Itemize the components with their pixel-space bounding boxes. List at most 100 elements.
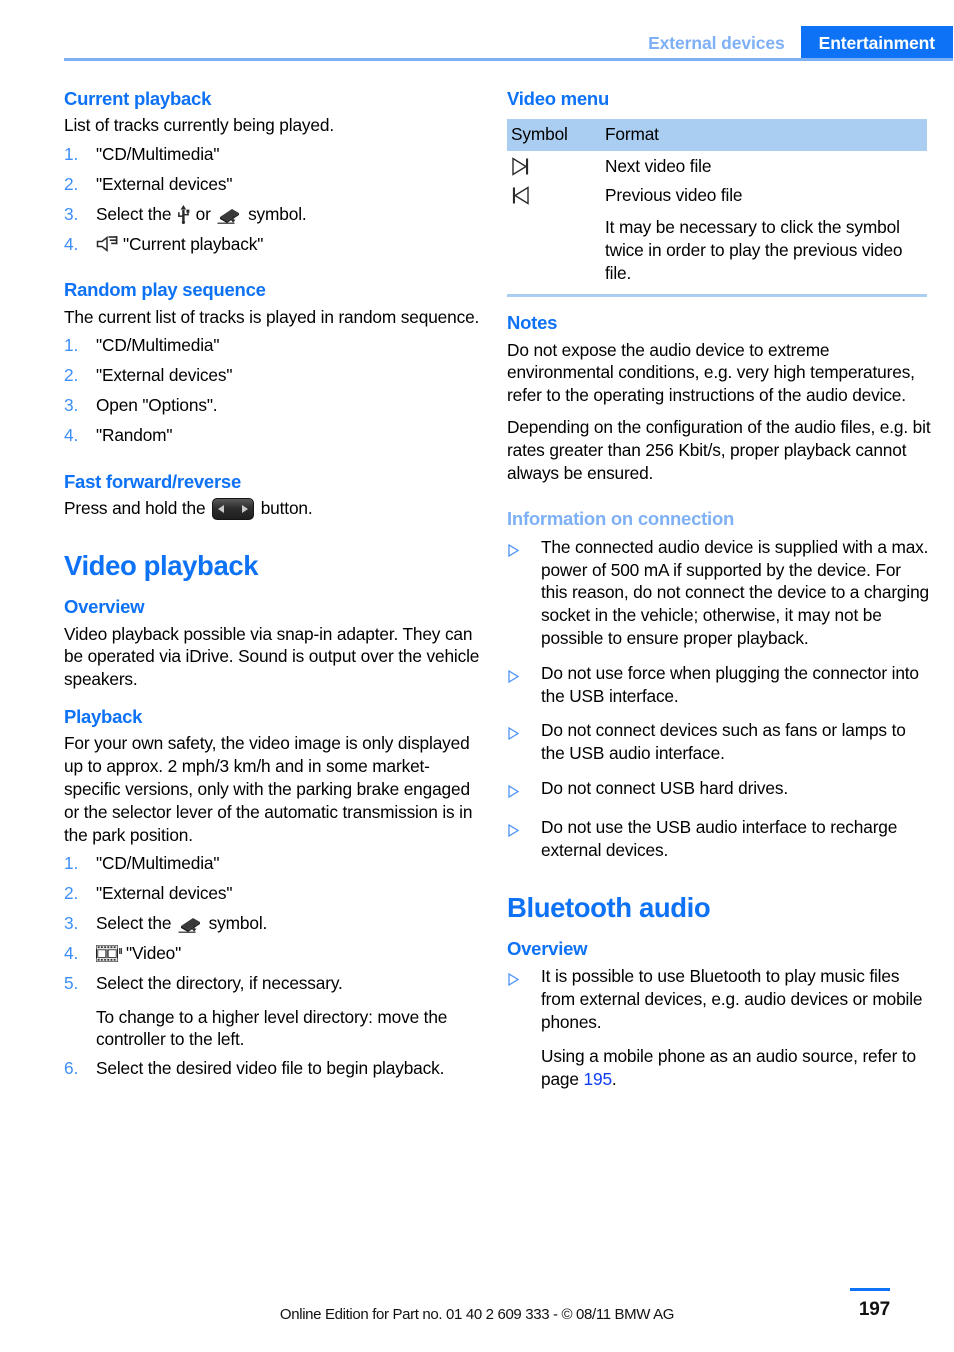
footer-text: Online Edition for Part no. 01 40 2 609 … — [279, 1306, 675, 1323]
seek-button-icon — [212, 497, 255, 520]
fast-forward-text-after: button. — [260, 497, 313, 518]
running-header-left-label: External devices — [648, 32, 785, 53]
fast-forward-text: Press and hold the button. — [64, 497, 484, 520]
step-text-label: "Current playback" — [123, 233, 264, 254]
chapter-title-video-playback: Video playback — [64, 549, 259, 581]
step-text-before: Select the — [96, 203, 172, 224]
list-item: It is possible to use Bluetooth to play … — [507, 965, 931, 1033]
list-item: 2. "External devices" — [64, 882, 484, 905]
table-row: Previous video file It may be necessary … — [507, 180, 927, 286]
notes-paragraph-1: Do not expose the audio device to extrem… — [507, 339, 915, 406]
step-text: Select the desired video file to begin p… — [96, 1058, 445, 1079]
step-text: "Video" — [96, 942, 484, 965]
page-number-rule — [850, 1288, 890, 1291]
format-cell: Next video file — [605, 156, 712, 177]
heading-bluetooth-overview: Overview — [507, 938, 588, 960]
step-text: "CD/Multimedia" — [96, 335, 220, 356]
step-number: 3. — [64, 913, 79, 934]
snap-in-adapter-icon — [178, 915, 202, 933]
step-text: "External devices" — [96, 883, 233, 904]
list-item: 1. "CD/Multimedia" — [64, 334, 484, 357]
step-text: "External devices" — [96, 173, 233, 194]
step-number: 2. — [64, 883, 79, 904]
left-column: Current playback List of tracks currentl… — [64, 88, 484, 1080]
notes-paragraph-2: Depending on the configuration of the au… — [507, 417, 931, 483]
bullet-text: Do not connect devices such as fans or l… — [541, 720, 906, 764]
heading-current-playback: Current playback — [64, 88, 212, 109]
bullet-text: The connected audio device is supplied w… — [541, 536, 930, 648]
running-header-right-label: Entertainment — [800, 26, 953, 60]
list-item: 5. Select the directory, if necessary. — [64, 972, 484, 995]
right-column: Video menu Symbol Format Next video file… — [507, 88, 931, 1091]
step-text: "Current playback" — [96, 233, 484, 256]
list-item: 4. "Current playback" — [64, 233, 484, 256]
heading-information-on-connection: Information on connection — [507, 508, 735, 530]
list-item: 6. Select the desired video file to begi… — [64, 1057, 484, 1080]
step-number: 1. — [64, 144, 79, 165]
list-item: Do not use the USB audio interface to re… — [507, 816, 931, 862]
step-number: 1. — [64, 853, 79, 874]
step-text: "CD/Multimedia" — [96, 144, 220, 165]
table-header-row: Symbol Format — [507, 119, 927, 152]
bullet-text: Do not use force when plugging the conne… — [541, 662, 919, 706]
video-overview-text: Video playback possible via snap-in adap… — [64, 623, 480, 690]
column-header-format: Format — [605, 119, 927, 152]
list-item: 2. "External devices" — [64, 364, 484, 387]
usb-icon — [177, 204, 190, 224]
step-text: Select the or symbol. — [96, 203, 484, 226]
table-row: Next video file — [507, 151, 927, 180]
manual-page: External devices Entertainment Current p… — [0, 0, 954, 1352]
bullet-triangle-icon — [507, 816, 541, 862]
random-play-intro: The current list of tracks is played in … — [64, 306, 480, 327]
video-step-5-substep: To change to a higher level directory: m… — [96, 1006, 448, 1050]
bullet-triangle-icon — [507, 965, 541, 1033]
header-rule — [64, 58, 953, 61]
step-text: "CD/Multimedia" — [96, 853, 220, 874]
subtext-after: . — [611, 1068, 617, 1089]
symbol-cell — [507, 151, 605, 180]
symbol-cell — [507, 180, 605, 286]
step-text: "External devices" — [96, 365, 233, 386]
step-number: 2. — [64, 173, 79, 194]
step-text-label: "Video" — [126, 942, 182, 963]
format-label: Previous video file — [605, 185, 743, 206]
bullet-text: Do not connect USB hard drives. — [541, 778, 789, 799]
step-text: "Random" — [96, 424, 173, 445]
previous-track-icon — [511, 185, 537, 206]
format-note: It may be necessary to click the symbol … — [605, 216, 903, 283]
bullet-triangle-icon — [507, 777, 541, 804]
step-text: Open "Options". — [96, 395, 218, 415]
random-play-steps: 1. "CD/Multimedia" 2. "External devices"… — [64, 334, 484, 446]
step-text-after: symbol. — [208, 913, 268, 934]
step-text-after: symbol. — [248, 203, 307, 224]
column-header-symbol: Symbol — [507, 119, 605, 152]
step-text-mid: or — [195, 203, 211, 224]
list-item: 2. "External devices" — [64, 173, 484, 196]
heading-video-overview: Overview — [64, 596, 145, 618]
step-text: Select the directory, if necessary. — [96, 972, 343, 993]
list-item: Do not connect devices such as fans or l… — [507, 719, 931, 765]
list-item: 1. "CD/Multimedia" — [64, 852, 484, 875]
bullet-triangle-icon — [507, 719, 541, 765]
step-text-before: Select the — [96, 913, 172, 934]
step-number: 1. — [64, 335, 79, 356]
video-playback-steps: 1. "CD/Multimedia" 2. "External devices"… — [64, 852, 484, 994]
list-item: The connected audio device is supplied w… — [507, 536, 931, 650]
video-playback-text: For your own safety, the video image is … — [64, 733, 473, 845]
bullet-text: It is possible to use Bluetooth to play … — [541, 966, 923, 1033]
chapter-title-bluetooth-audio: Bluetooth audio — [507, 891, 711, 923]
list-item: 1. "CD/Multimedia" — [64, 143, 484, 166]
list-item: Do not connect USB hard drives. — [507, 777, 931, 804]
step-number: 3. — [64, 395, 79, 415]
speaker-icon — [96, 235, 120, 253]
bullet-triangle-icon — [507, 536, 541, 650]
page-reference-link[interactable]: 195 — [584, 1069, 613, 1089]
format-cell: Previous video file It may be necessary … — [605, 180, 927, 286]
heading-fast-forward-reverse: Fast forward/reverse — [64, 470, 242, 492]
list-item: 4. "Video" — [64, 942, 484, 965]
running-header: External devices Entertainment — [64, 26, 953, 60]
list-item: 3. Select the or symbol. — [64, 203, 484, 226]
heading-video-menu: Video menu — [507, 88, 610, 109]
list-item: 4. "Random" — [64, 424, 484, 447]
list-item: 3. Select the symbol. — [64, 912, 484, 935]
